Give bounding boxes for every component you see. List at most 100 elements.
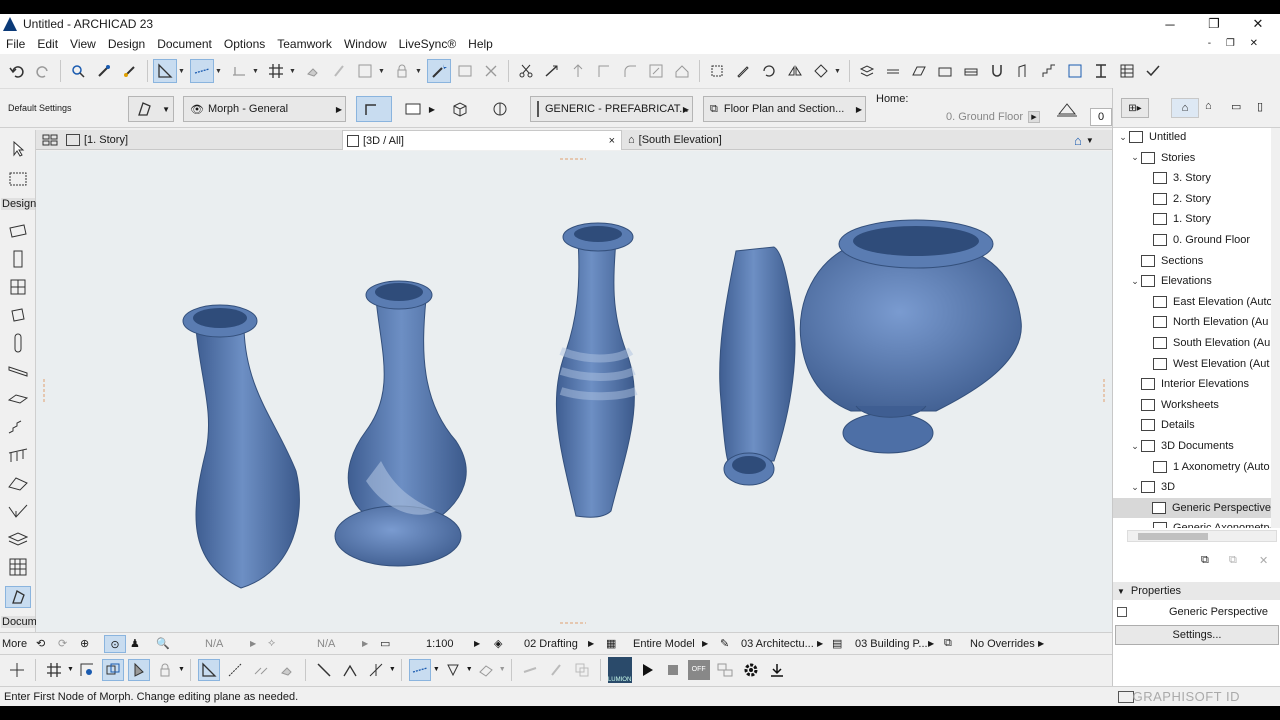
navigator-options-button[interactable]: ⊞▸ — [1121, 98, 1149, 118]
check-icon[interactable] — [1141, 59, 1165, 83]
3d-viewport[interactable] — [36, 151, 1112, 632]
column-tool-icon[interactable] — [5, 332, 31, 354]
hatch-icon[interactable] — [907, 59, 931, 83]
more-label[interactable]: More — [2, 633, 30, 655]
perpendicular-icon[interactable] — [365, 659, 387, 681]
material-dropdown[interactable]: GENERIC - PREFABRICAT... ▶ — [530, 96, 693, 122]
toolbox-document-header[interactable]: Docum — [1, 616, 37, 628]
lock-icon[interactable] — [390, 59, 414, 83]
lumion-icon[interactable]: LUMION — [607, 656, 632, 683]
magic-wand-icon[interactable] — [427, 59, 451, 83]
story-number-field[interactable]: 0 — [1090, 108, 1112, 126]
tree-item-2-story[interactable]: 2. Story — [1113, 189, 1271, 209]
chevron-right-icon[interactable]: ▶ — [817, 633, 823, 655]
chevron-right-icon[interactable]: ▶ — [702, 633, 708, 655]
trace-reference-icon[interactable] — [76, 659, 98, 681]
group-icon[interactable] — [571, 659, 593, 681]
delete-icon[interactable]: ✕ — [1259, 554, 1268, 567]
expander-chevron-icon[interactable]: ⌄ — [1117, 132, 1129, 143]
tree-item-north-elevation-au[interactable]: North Elevation (Au — [1113, 312, 1271, 332]
relative-construction-icon[interactable] — [442, 659, 464, 681]
overrides-value[interactable]: No Overrides — [970, 633, 1035, 655]
editing-plane-icon[interactable] — [475, 659, 497, 681]
column-icon[interactable] — [1089, 59, 1113, 83]
polygonal-geometry-button[interactable] — [356, 96, 392, 122]
mirror-icon[interactable] — [783, 59, 807, 83]
tree-item-east-elevation-auto[interactable]: East Elevation (Auto — [1113, 292, 1271, 312]
3d-scene[interactable] — [36, 151, 1112, 632]
stop-icon[interactable] — [662, 659, 684, 681]
grid-icon[interactable] — [43, 659, 65, 681]
layout-book-icon[interactable]: ▭ — [1231, 100, 1241, 113]
new-viewpoint-icon[interactable]: ⧉ — [1201, 554, 1209, 567]
box-geometry-button[interactable]: ▶ — [398, 96, 438, 122]
shell-icon[interactable] — [933, 59, 957, 83]
geometry-method-dropdown[interactable]: ▼ — [128, 96, 174, 122]
pick-up-icon[interactable] — [92, 59, 116, 83]
livesync-off-icon[interactable]: OFF — [687, 659, 710, 680]
vase-3[interactable] — [555, 222, 638, 518]
tree-item-1-axonometry-auto[interactable]: 1 Axonometry (Auto — [1113, 457, 1271, 477]
close-button[interactable]: ✕ — [1236, 14, 1280, 34]
properties-header[interactable]: ▼ Properties — [1113, 582, 1280, 600]
minimize-button[interactable]: ─ — [1148, 14, 1192, 34]
eraser-icon[interactable] — [301, 59, 325, 83]
menu-edit[interactable]: Edit — [31, 34, 64, 54]
tree-item-3-story[interactable]: 3. Story — [1113, 168, 1271, 188]
menu-design[interactable]: Design — [102, 34, 151, 54]
status-window-icon[interactable] — [1118, 690, 1134, 703]
tree-item-generic-axonometry[interactable]: Generic Axonometry — [1113, 518, 1271, 528]
toolbox-design-header[interactable]: Design — [1, 198, 36, 210]
menu-view[interactable]: View — [64, 34, 102, 54]
chevron-down-icon[interactable]: ▼ — [466, 666, 473, 673]
tree-item-south-elevation-au[interactable]: South Elevation (Au — [1113, 333, 1271, 353]
arrow-tool-icon[interactable] — [5, 138, 31, 160]
object-tool-icon[interactable] — [5, 304, 31, 326]
project-map-button[interactable]: ⌂ — [1171, 98, 1199, 118]
menu-window[interactable]: Window — [338, 34, 393, 54]
roof-icon[interactable] — [670, 59, 694, 83]
trace-icon[interactable] — [453, 59, 477, 83]
chevron-down-icon[interactable]: ▼ — [178, 68, 186, 75]
chevron-right-icon[interactable]: ▶ — [474, 633, 480, 655]
chevron-down-icon[interactable]: ▼ — [252, 68, 260, 75]
dimension-value[interactable]: 03 Building P... — [855, 633, 928, 655]
curtain-wall-icon[interactable] — [1063, 59, 1087, 83]
tree-item-untitled[interactable]: ⌄ Untitled — [1113, 128, 1271, 147]
door-tool-icon[interactable] — [5, 248, 31, 270]
tree-item-0-ground-floor[interactable]: 0. Ground Floor — [1113, 230, 1271, 250]
scissors-icon[interactable] — [514, 59, 538, 83]
close-tab-icon[interactable]: × — [609, 135, 615, 147]
fillet-icon[interactable] — [618, 59, 642, 83]
orbit-icon[interactable]: ⊙ — [104, 635, 126, 653]
inject-icon[interactable] — [118, 59, 142, 83]
export-icon[interactable] — [766, 659, 788, 681]
chevron-down-icon[interactable]: ▼ — [178, 666, 185, 673]
menu-teamwork[interactable]: Teamwork — [271, 34, 338, 54]
find-select-icon[interactable] — [66, 59, 90, 83]
expander-chevron-icon[interactable]: ⌄ — [1129, 441, 1141, 452]
pencil-icon[interactable] — [327, 59, 351, 83]
measure-icon[interactable] — [224, 659, 246, 681]
zoom-value[interactable]: N/A — [205, 633, 223, 655]
tab-3d[interactable]: [3D / All] × — [342, 130, 622, 150]
stair-icon[interactable] — [1037, 59, 1061, 83]
chevron-right-icon[interactable]: ▶ — [1038, 633, 1044, 655]
cursor-snap-icon[interactable] — [6, 659, 28, 681]
tree-horizontal-scrollbar[interactable] — [1127, 530, 1277, 542]
expander-chevron-icon[interactable]: ⌄ — [1129, 482, 1141, 493]
tree-item-worksheets[interactable]: Worksheets — [1113, 395, 1271, 415]
expander-chevron-icon[interactable]: ⌄ — [1129, 152, 1141, 163]
layout-snap-icon[interactable] — [153, 59, 177, 83]
chevron-down-icon[interactable]: ▼ — [378, 68, 386, 75]
railing-tool-icon[interactable] — [5, 444, 31, 466]
tree-item-elevations[interactable]: ⌄ Elevations — [1113, 271, 1271, 291]
layer-lock-icon[interactable] — [127, 658, 150, 681]
settings-doc-icon[interactable]: ⧉ — [1229, 554, 1237, 567]
vase-4[interactable] — [719, 246, 796, 486]
lock-bottom-icon[interactable] — [154, 659, 176, 681]
zoom-icon[interactable]: 🔍 — [156, 633, 170, 655]
tree-item-west-elevation-aut[interactable]: West Elevation (Aut — [1113, 354, 1271, 374]
stair-tool-icon[interactable] — [5, 416, 31, 438]
guide-snap-icon[interactable] — [408, 658, 431, 681]
